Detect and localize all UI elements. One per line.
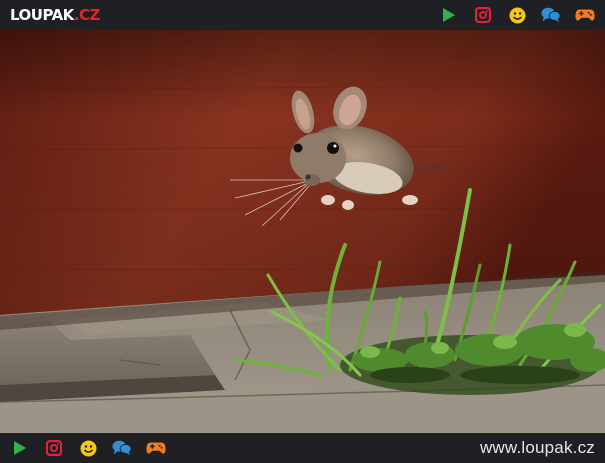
play-icon[interactable] bbox=[439, 5, 459, 25]
instagram-icon[interactable] bbox=[44, 438, 64, 458]
bottom-bar: www.loupak.cz bbox=[0, 433, 605, 463]
smiley-icon[interactable] bbox=[507, 5, 527, 25]
instagram-icon[interactable] bbox=[473, 5, 493, 25]
site-logo[interactable]: LOUPAK .CZ bbox=[10, 6, 100, 24]
top-icon-row bbox=[439, 5, 595, 25]
gamepad-icon[interactable] bbox=[146, 438, 166, 458]
gamepad-icon[interactable] bbox=[575, 5, 595, 25]
page: LOUPAK .CZ www.loupak.cz bbox=[0, 0, 605, 463]
smiley-icon[interactable] bbox=[78, 438, 98, 458]
site-url[interactable]: www.loupak.cz bbox=[480, 438, 595, 458]
chat-icon[interactable] bbox=[541, 5, 561, 25]
logo-tld-text: .CZ bbox=[73, 6, 101, 24]
top-bar: LOUPAK .CZ bbox=[0, 0, 605, 30]
bottom-icon-row bbox=[10, 438, 166, 458]
jumping-mouse-photo bbox=[0, 30, 605, 433]
chat-icon[interactable] bbox=[112, 438, 132, 458]
play-icon[interactable] bbox=[10, 438, 30, 458]
logo-main-text: LOUPAK bbox=[10, 6, 74, 24]
